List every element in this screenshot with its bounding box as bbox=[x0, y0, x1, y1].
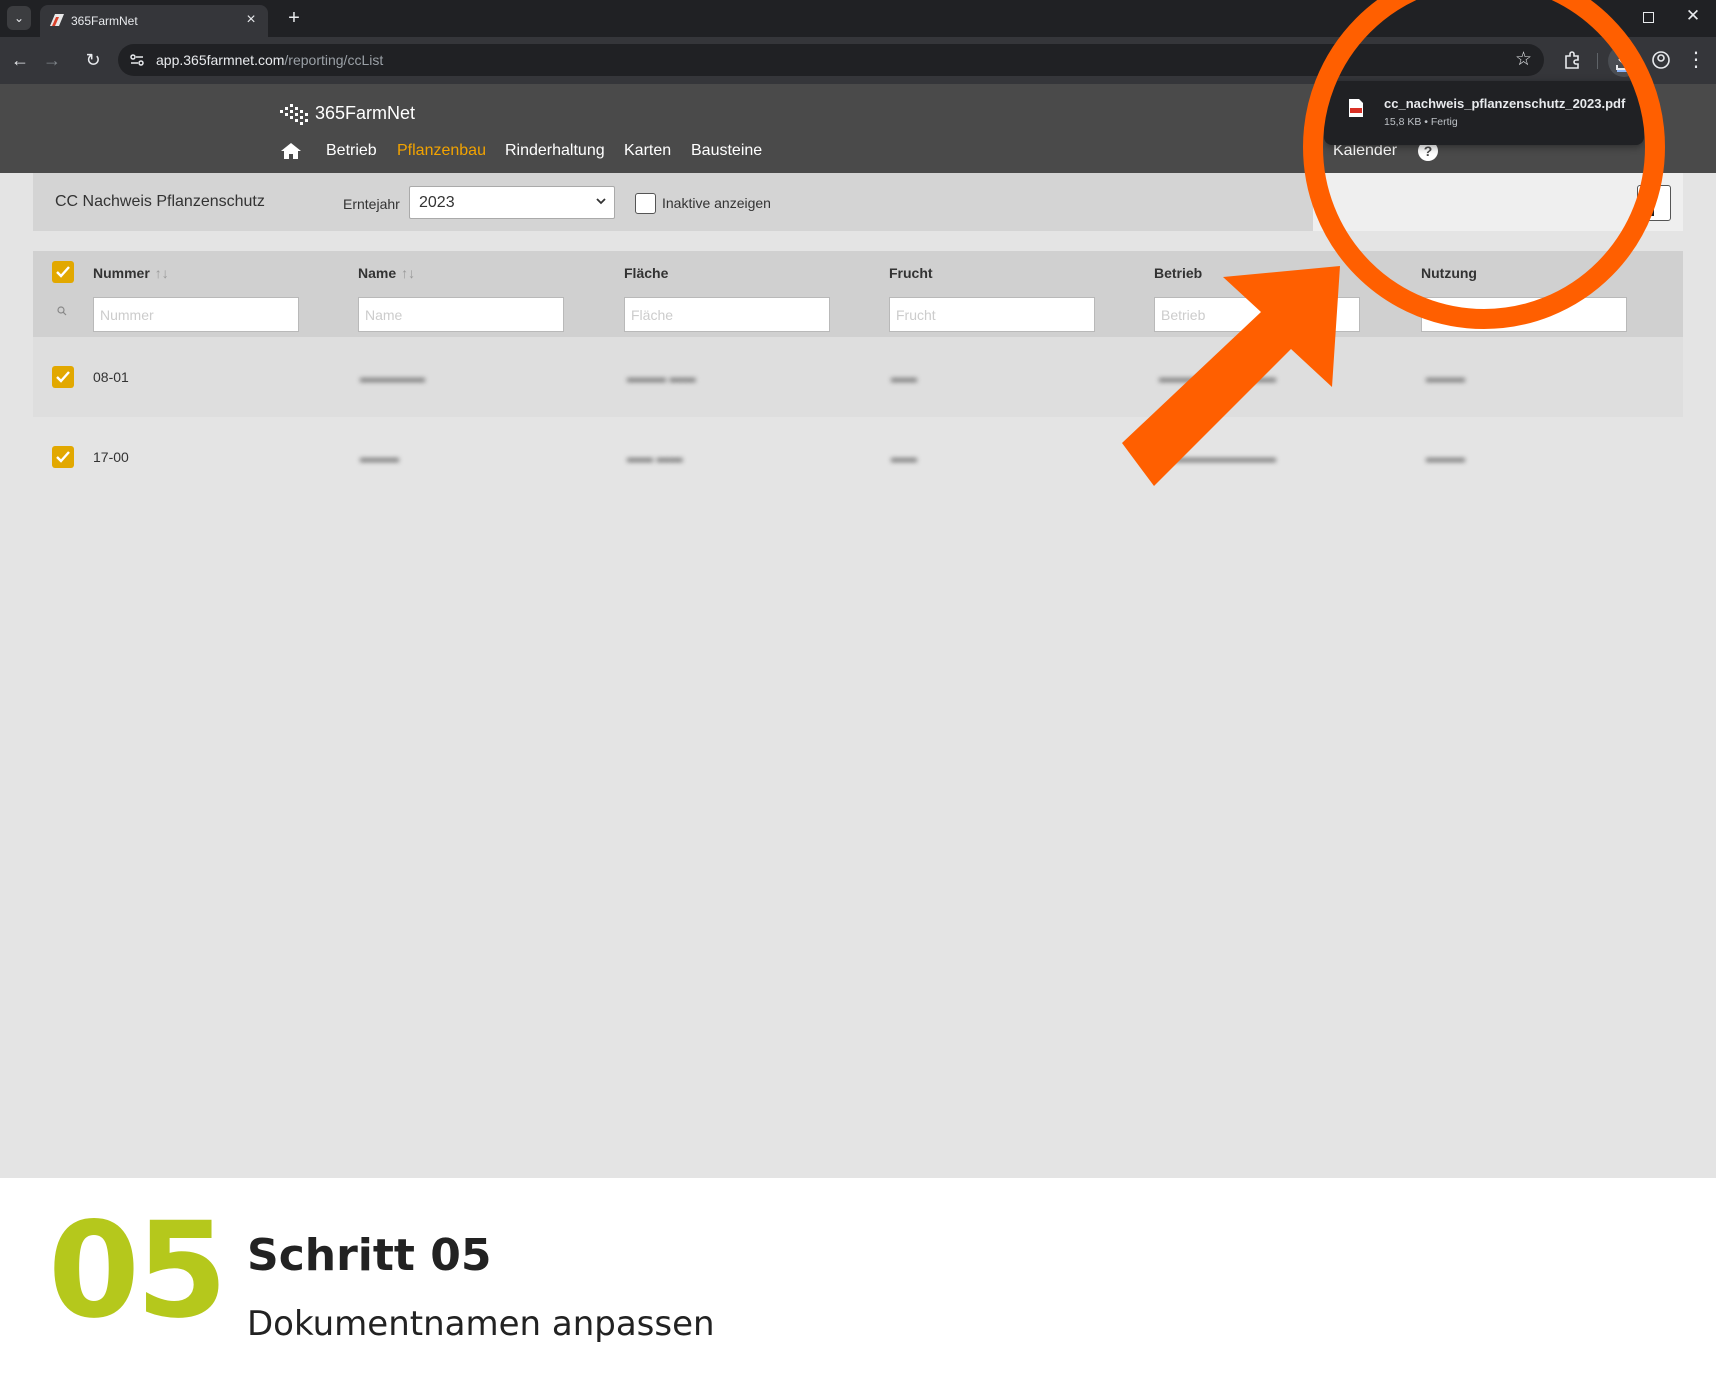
column-header-nummer[interactable]: Nummer ↑↓ bbox=[93, 265, 169, 281]
blurred-nutzung: ▬▬▬ bbox=[1426, 370, 1465, 385]
minimize-icon[interactable]: – bbox=[1588, 8, 1616, 28]
step-number: 05 bbox=[48, 1194, 228, 1348]
column-header-name[interactable]: Name ↑↓ bbox=[358, 265, 415, 281]
placeholder: Betrieb bbox=[1161, 307, 1206, 323]
nav-bausteine[interactable]: Bausteine bbox=[691, 142, 762, 160]
year-select[interactable]: 2023 bbox=[409, 186, 615, 219]
pdf-export-button[interactable] bbox=[1637, 185, 1671, 221]
filter-input-flaeche[interactable]: Fläche bbox=[624, 297, 830, 332]
column-header-nutzung: Nutzung bbox=[1421, 265, 1477, 281]
downloads-button[interactable] bbox=[1608, 45, 1640, 77]
blurred-name: ▬▬▬▬▬ bbox=[360, 370, 425, 385]
row-checkbox[interactable] bbox=[52, 366, 74, 388]
filter-input-nummer[interactable]: Nummer bbox=[93, 297, 299, 332]
filter-bar-highlight bbox=[1313, 173, 1683, 231]
filter-input-frucht[interactable]: Frucht bbox=[889, 297, 1095, 332]
app-logo[interactable]: 365FarmNet bbox=[278, 98, 415, 128]
filter-input-nutzung[interactable]: Nutzung bbox=[1421, 297, 1627, 332]
farmnet-favicon-icon bbox=[50, 14, 64, 26]
blurred-name: ▬▬▬ bbox=[360, 450, 399, 465]
pdf-file-icon bbox=[1349, 99, 1363, 117]
placeholder: Nummer bbox=[100, 307, 154, 323]
check-icon bbox=[56, 371, 70, 383]
placeholder: Name bbox=[365, 307, 403, 323]
blurred-flaeche: ▬▬▬ ▬▬ bbox=[627, 370, 696, 385]
search-icon bbox=[57, 306, 67, 316]
placeholder: Nutzung bbox=[1428, 307, 1481, 323]
nav-rinderhaltung[interactable]: Rinderhaltung bbox=[505, 142, 605, 160]
table-row[interactable]: 17-00 ▬▬▬ ▬▬ ▬▬ ▬▬ ▬▬▬▬▬▬▬▬▬ ▬▬▬ bbox=[33, 417, 1683, 497]
forward-icon[interactable]: → bbox=[39, 47, 65, 73]
blurred-flaeche: ▬▬ ▬▬ bbox=[627, 450, 683, 465]
browser-menu-icon[interactable]: ⋮ bbox=[1683, 47, 1709, 73]
browser-tabstrip: ⌄ 365FarmNet × + – ✕ bbox=[0, 0, 1716, 37]
column-label: Nummer bbox=[93, 265, 150, 281]
show-inactive-checkbox[interactable] bbox=[635, 193, 656, 214]
show-inactive-label: Inaktive anzeigen bbox=[662, 195, 771, 211]
nav-pflanzenbau[interactable]: Pflanzenbau bbox=[397, 142, 486, 160]
chevron-down-icon bbox=[596, 198, 606, 205]
address-bar[interactable]: app.365farmnet.com/reporting/ccList ☆ bbox=[118, 44, 1544, 76]
browser-toolbar: ← → ↻ app.365farmnet.com/reporting/ccLis… bbox=[0, 37, 1716, 84]
blurred-betrieb: ▬▬▬▬▬▬▬▬▬ bbox=[1159, 370, 1276, 385]
step-description: Dokumentnamen anpassen bbox=[247, 1304, 715, 1344]
report-content: CC Nachweis Pflanzenschutz Erntejahr 202… bbox=[0, 173, 1716, 1178]
column-header-betrieb: Betrieb bbox=[1154, 265, 1203, 281]
filter-input-betrieb[interactable]: Betrieb bbox=[1154, 297, 1360, 332]
home-icon[interactable] bbox=[280, 142, 302, 160]
row-checkbox[interactable] bbox=[52, 446, 74, 468]
placeholder: Fläche bbox=[631, 307, 674, 323]
nav-betrieb[interactable]: Betrieb bbox=[326, 142, 377, 160]
blurred-frucht: ▬▬ bbox=[891, 370, 917, 385]
new-tab-button[interactable]: + bbox=[281, 5, 307, 31]
logo-text: 365FarmNet bbox=[315, 102, 416, 123]
sort-arrows-icon[interactable]: ↑↓ bbox=[155, 265, 169, 281]
nav-karten[interactable]: Karten bbox=[624, 142, 671, 160]
row-nummer: 08-01 bbox=[93, 369, 129, 385]
site-info-icon[interactable] bbox=[129, 52, 145, 68]
bookmark-star-icon[interactable]: ☆ bbox=[1515, 48, 1532, 71]
table-header: Nummer ↑↓ Name ↑↓ Fläche Frucht Betrieb Nu… bbox=[33, 251, 1683, 337]
tab-close-icon[interactable]: × bbox=[242, 11, 260, 29]
back-icon[interactable]: ← bbox=[7, 47, 33, 73]
row-nummer: 17-00 bbox=[93, 449, 129, 465]
year-value: 2023 bbox=[419, 194, 455, 211]
check-icon bbox=[56, 451, 70, 463]
url-host: app.365farmnet.com bbox=[156, 52, 285, 68]
profile-icon[interactable] bbox=[1648, 47, 1674, 73]
extensions-icon[interactable] bbox=[1559, 47, 1585, 73]
url-text: app.365farmnet.com/reporting/ccList bbox=[156, 52, 383, 68]
farmnet-logo-icon bbox=[280, 104, 308, 125]
report-title: CC Nachweis Pflanzenschutz bbox=[55, 193, 265, 210]
tab-list-button[interactable]: ⌄ bbox=[7, 6, 31, 30]
blurred-nutzung: ▬▬▬ bbox=[1426, 450, 1465, 465]
filter-input-name[interactable]: Name bbox=[358, 297, 564, 332]
download-icon bbox=[1616, 53, 1632, 72]
toolbar-separator bbox=[1597, 53, 1598, 69]
download-bubble[interactable]: cc_nachweis_pflanzenschutz_2023.pdf 15,8… bbox=[1324, 81, 1644, 145]
maximize-icon[interactable] bbox=[1634, 8, 1662, 28]
column-header-flaeche: Fläche bbox=[624, 265, 669, 281]
url-path: /reporting/ccList bbox=[284, 52, 384, 68]
select-all-checkbox[interactable] bbox=[52, 261, 74, 283]
download-filename[interactable]: cc_nachweis_pflanzenschutz_2023.pdf bbox=[1384, 96, 1625, 111]
year-label: Erntejahr bbox=[343, 196, 400, 212]
column-label: Name bbox=[358, 265, 397, 281]
sort-arrows-icon[interactable]: ↑↓ bbox=[401, 265, 415, 281]
reload-icon[interactable]: ↻ bbox=[80, 47, 106, 73]
browser-tab[interactable]: 365FarmNet × bbox=[40, 5, 268, 37]
blurred-frucht: ▬▬ bbox=[891, 450, 917, 465]
table-row[interactable]: 08-01 ▬▬▬▬▬ ▬▬▬ ▬▬ ▬▬ ▬▬▬▬▬▬▬▬▬ ▬▬▬ bbox=[33, 337, 1683, 417]
check-icon bbox=[56, 266, 70, 278]
placeholder: Frucht bbox=[896, 307, 936, 323]
download-status: 15,8 KB • Fertig bbox=[1384, 116, 1458, 128]
filter-bar: CC Nachweis Pflanzenschutz Erntejahr 202… bbox=[33, 173, 1683, 231]
blurred-betrieb: ▬▬▬▬▬▬▬▬▬ bbox=[1159, 450, 1276, 465]
window-close-icon[interactable]: ✕ bbox=[1679, 6, 1707, 28]
tab-title: 365FarmNet bbox=[71, 14, 138, 28]
column-header-frucht: Frucht bbox=[889, 265, 933, 281]
step-title: Schritt 05 bbox=[247, 1230, 492, 1281]
